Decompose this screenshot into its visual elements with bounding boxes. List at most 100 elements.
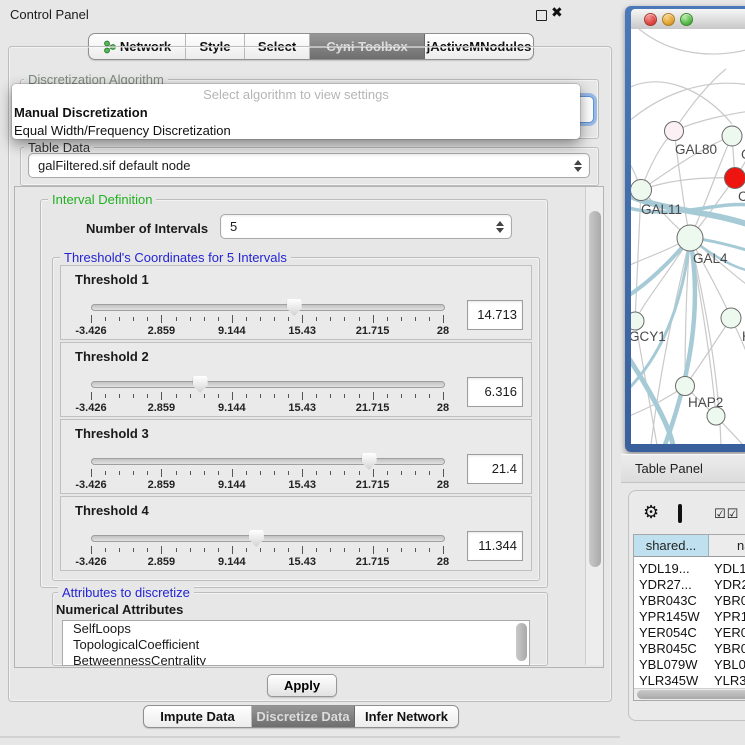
tick-mark [373,469,374,477]
tick-mark [204,394,205,398]
network-node-gal4[interactable] [677,225,703,251]
threshold-value-field[interactable]: 11.344 [467,531,523,561]
table-row-cell[interactable]: YDR2 [714,577,745,593]
tick-label: 15.43 [288,402,316,414]
close-icon[interactable]: ✖ [551,4,563,21]
table-row-cell[interactable]: YPR1 [714,609,745,625]
bottom-tab-discretize-data[interactable]: Discretize Data [252,706,355,727]
slider-thumb[interactable] [249,530,264,547]
tick-mark [330,471,331,475]
table-row-cell[interactable]: YDL1 [714,561,745,577]
table-row-cell[interactable]: YLR345W [639,673,709,689]
tick-label: 2.859 [148,325,176,337]
hscrollbar-thumb[interactable] [637,690,745,699]
bottom-tab-label: Impute Data [160,709,234,724]
tick-mark [260,317,261,321]
tick-label: -3.426 [75,325,106,337]
table-row-cell[interactable]: YBL079W [639,657,709,673]
tick-mark [218,394,219,398]
tick-mark [260,548,261,552]
table-row-cell[interactable]: YPR145W [639,609,709,625]
minimize-traffic-light-icon[interactable] [662,13,675,26]
column-header-shared-name[interactable]: shared... [634,535,709,557]
tick-mark [344,471,345,475]
table-panel-titlebar[interactable]: Table Panel [621,454,745,483]
table-data-combo[interactable]: galFiltered.sif default node [28,153,590,178]
float-icon[interactable] [536,10,547,21]
network-node-gcy1[interactable] [631,312,644,330]
network-node-c[interactable] [725,168,745,189]
slider-track[interactable] [91,381,445,388]
table-row-cell[interactable]: YBL0 [714,657,745,673]
select-columns-icon[interactable]: ☑☑ [714,506,739,522]
slider-thumb[interactable] [362,453,377,470]
attribute-item-0[interactable]: SelfLoops [63,621,529,637]
table-row-cell[interactable]: YBR0 [714,593,745,609]
tick-mark [288,394,289,398]
network-node-gal11[interactable] [631,180,652,201]
threshold-value-field[interactable]: 6.316 [467,377,523,407]
numerical-attributes-list[interactable]: SelfLoopsTopologicalCoefficientBetweenne… [62,620,530,666]
network-node-g[interactable] [722,126,742,146]
threshold-value-field[interactable]: 14.713 [467,300,523,330]
attribute-item-1[interactable]: TopologicalCoefficient [63,637,529,653]
threshold-value-field[interactable]: 21.4 [467,454,523,484]
tick-mark [443,392,444,400]
vscrollbar-thumb[interactable] [589,211,601,567]
tick-mark [246,317,247,321]
threshold-panel-3: Threshold 3-3.4262.8599.14415.4321.71528… [60,419,532,494]
slider-thumb[interactable] [287,299,302,316]
tick-mark [415,317,416,321]
slider-track[interactable] [91,304,445,311]
slider-track[interactable] [91,458,445,465]
table-row-cell[interactable]: YER0 [714,625,745,641]
tick-mark [161,546,162,554]
tick-mark [190,548,191,552]
tick-mark [133,471,134,475]
tick-mark [415,548,416,552]
tick-mark [401,394,402,398]
dropdown-item-1[interactable]: Equal Width/Frequency Discretization [12,122,580,140]
table-row-cell[interactable]: YBR043C [639,593,709,609]
list-scrollbar-thumb[interactable] [516,623,527,661]
tick-mark [330,548,331,552]
network-window[interactable]: GAL80GCGAL11GAL4GCY1HHAP2 [625,6,745,452]
tick-mark [359,317,360,321]
tick-mark [274,548,275,552]
network-node-h[interactable] [721,308,741,328]
zoom-traffic-light-icon[interactable] [680,13,693,26]
tick-mark [147,548,148,552]
table-row-cell[interactable]: YLR3 [714,673,745,689]
tick-mark [105,548,106,552]
node-label: GAL4 [693,251,728,266]
network-window-titlebar[interactable] [631,9,745,30]
table-row-cell[interactable]: YER054C [639,625,709,641]
column-header-name[interactable]: na [709,535,745,557]
node-label: GAL80 [675,142,717,157]
table-row-cell[interactable]: YDR27... [639,577,709,593]
bottom-tab-infer-network[interactable]: Infer Network [355,706,458,727]
tick-mark [91,315,92,323]
network-node[interactable] [707,407,725,425]
table-row-cell[interactable]: YDL19... [639,561,709,577]
dropdown-item-0[interactable]: Manual Discretization [12,104,580,122]
table-row-cell[interactable]: YBR0 [714,641,745,657]
slider-track[interactable] [91,535,445,542]
tick-mark [232,315,233,323]
network-canvas[interactable]: GAL80GCGAL11GAL4GCY1HHAP2 [631,29,745,444]
bottom-tab-impute-data[interactable]: Impute Data [144,706,252,727]
close-traffic-light-icon[interactable] [644,13,657,26]
network-node-gal80[interactable] [665,122,684,141]
number-of-intervals-combo[interactable]: 5 [220,214,512,239]
split-columns-icon[interactable] [678,504,682,523]
attribute-item-2[interactable]: BetweennessCentrality [63,653,529,666]
network-graph: GAL80GCGAL11GAL4GCY1HHAP2 [631,29,745,444]
apply-button[interactable]: Apply [267,674,337,697]
tick-label: 28 [437,402,449,414]
tick-label: 21.715 [356,556,390,568]
tick-mark [387,548,388,552]
gear-icon[interactable]: ⚙ [643,502,659,523]
slider-thumb[interactable] [193,376,208,393]
table-row-cell[interactable]: YBR045C [639,641,709,657]
network-node-hap2[interactable] [676,377,695,396]
